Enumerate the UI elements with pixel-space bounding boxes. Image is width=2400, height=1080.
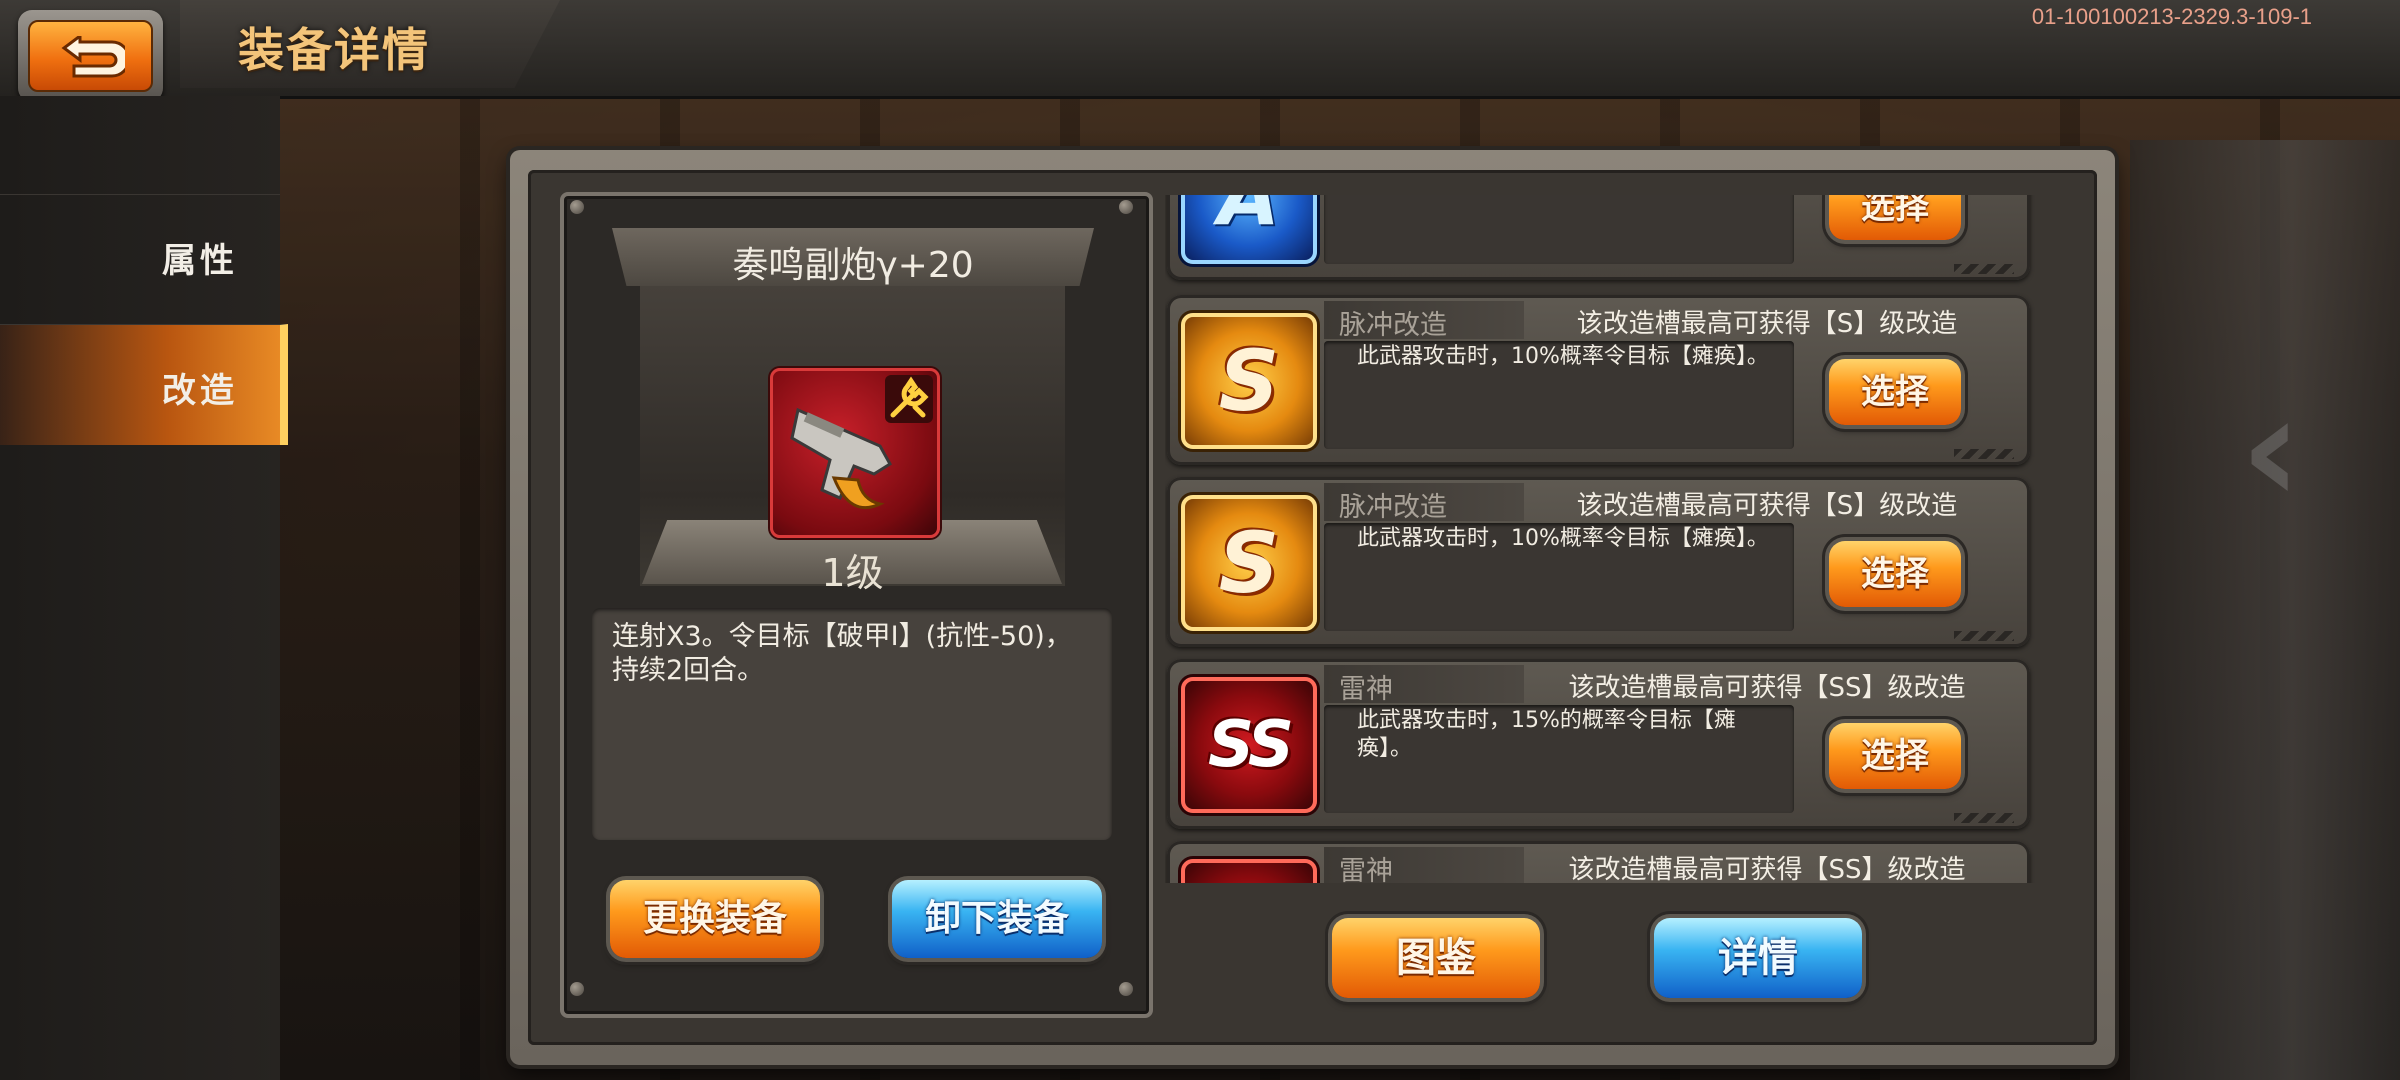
mod-name: 雷神 (1339, 856, 1393, 883)
back-arrow-icon (61, 36, 125, 78)
mod-slot: SS 雷神 该改造槽最高可获得【SS】级改造 此武器攻击时，15%的概率令目标【… (1167, 659, 2030, 829)
hatch-decoration (1954, 449, 2014, 459)
hatch-decoration (1954, 813, 2014, 823)
sidebar-item-label: 改造 (162, 371, 238, 411)
mod-slot-cap: 该改造槽最高可获得【SS】级改造 (1568, 673, 1966, 703)
details-button[interactable]: 详情 (1654, 918, 1862, 998)
unequip-button[interactable]: 卸下装备 (892, 880, 1102, 958)
build-id: 01-100100213-2329.3-109-1 (2031, 4, 2312, 29)
sidebar-item-attributes[interactable]: 属性 (0, 194, 280, 315)
mod-rank-icon[interactable]: S (1181, 313, 1317, 449)
page-title: 装备详情 (238, 23, 430, 77)
mod-name: 脉冲改造 (1339, 492, 1447, 523)
mod-rank-icon[interactable]: S (1181, 495, 1317, 631)
chevron-left-icon: ‹ (2240, 363, 2302, 537)
modification-list[interactable]: A 选择 S 脉冲改造 该改造槽最高可获得【S】级改造 此武器攻击时，10%概率… (1165, 195, 2060, 883)
sidebar-item-label: 属性 (162, 241, 238, 281)
mod-rank-icon[interactable]: A (1181, 195, 1317, 264)
mod-rank-glyph: S (1218, 332, 1280, 430)
back-button[interactable] (18, 10, 163, 102)
background-side-panel (2130, 140, 2400, 1080)
select-button[interactable]: 选择 (1829, 541, 1961, 607)
mod-rank-icon[interactable]: SS (1181, 859, 1317, 883)
select-button[interactable]: 选择 (1829, 195, 1961, 240)
rivet (570, 982, 584, 996)
wrench-icon (885, 375, 933, 423)
equipment-gun-icon[interactable] (770, 368, 940, 538)
mod-rank-glyph: A (1218, 195, 1280, 243)
mod-slot-cap: 该改造槽最高可获得【S】级改造 (1576, 309, 1958, 339)
equipment-level: 1级 (821, 551, 884, 595)
mod-description: 此武器攻击时，10%概率令目标【瘫痪】。 (1357, 344, 1769, 369)
mod-slot: SS 雷神 该改造槽最高可获得【SS】级改造 选择 (1167, 841, 2030, 883)
back-button-face[interactable] (28, 20, 153, 92)
codex-button[interactable]: 图鉴 (1332, 918, 1540, 998)
sidebar-item-modify[interactable]: 改造 (0, 324, 288, 445)
mod-slot-cap: 该改造槽最高可获得【S】级改造 (1576, 491, 1958, 521)
mod-description: 此武器攻击时，15%的概率令目标【瘫痪】。 (1357, 708, 1736, 761)
hatch-decoration (1954, 631, 2014, 641)
rivet (570, 200, 584, 214)
rivet (1119, 200, 1133, 214)
equipment-description: 连射X3。令目标【破甲Ⅰ】(抗性-50)，持续2回合。 (612, 621, 1072, 686)
mod-rank-glyph: SS (1208, 708, 1294, 782)
mod-slot-cap: 该改造槽最高可获得【SS】级改造 (1568, 855, 1966, 883)
rivet (1119, 982, 1133, 996)
mod-text-box (1324, 195, 1794, 264)
select-button[interactable]: 选择 (1829, 723, 1961, 789)
hatch-decoration (1954, 264, 2014, 274)
select-button[interactable]: 选择 (1829, 359, 1961, 425)
replace-equipment-button[interactable]: 更换装备 (610, 880, 820, 958)
mod-name: 雷神 (1339, 674, 1393, 705)
mod-rank-glyph: SS (1185, 863, 1313, 883)
equipment-name: 奏鸣副炮γ+20 (732, 245, 974, 286)
mod-slot: A 选择 (1167, 195, 2030, 280)
mod-slot: S 脉冲改造 该改造槽最高可获得【S】级改造 此武器攻击时，10%概率令目标【瘫… (1167, 295, 2030, 465)
mod-rank-glyph: S (1218, 514, 1280, 612)
mod-slot: S 脉冲改造 该改造槽最高可获得【S】级改造 此武器攻击时，10%概率令目标【瘫… (1167, 477, 2030, 647)
mod-name: 脉冲改造 (1339, 310, 1447, 341)
mod-rank-icon[interactable]: SS (1181, 677, 1317, 813)
mod-description: 此武器攻击时，10%概率令目标【瘫痪】。 (1357, 526, 1769, 551)
